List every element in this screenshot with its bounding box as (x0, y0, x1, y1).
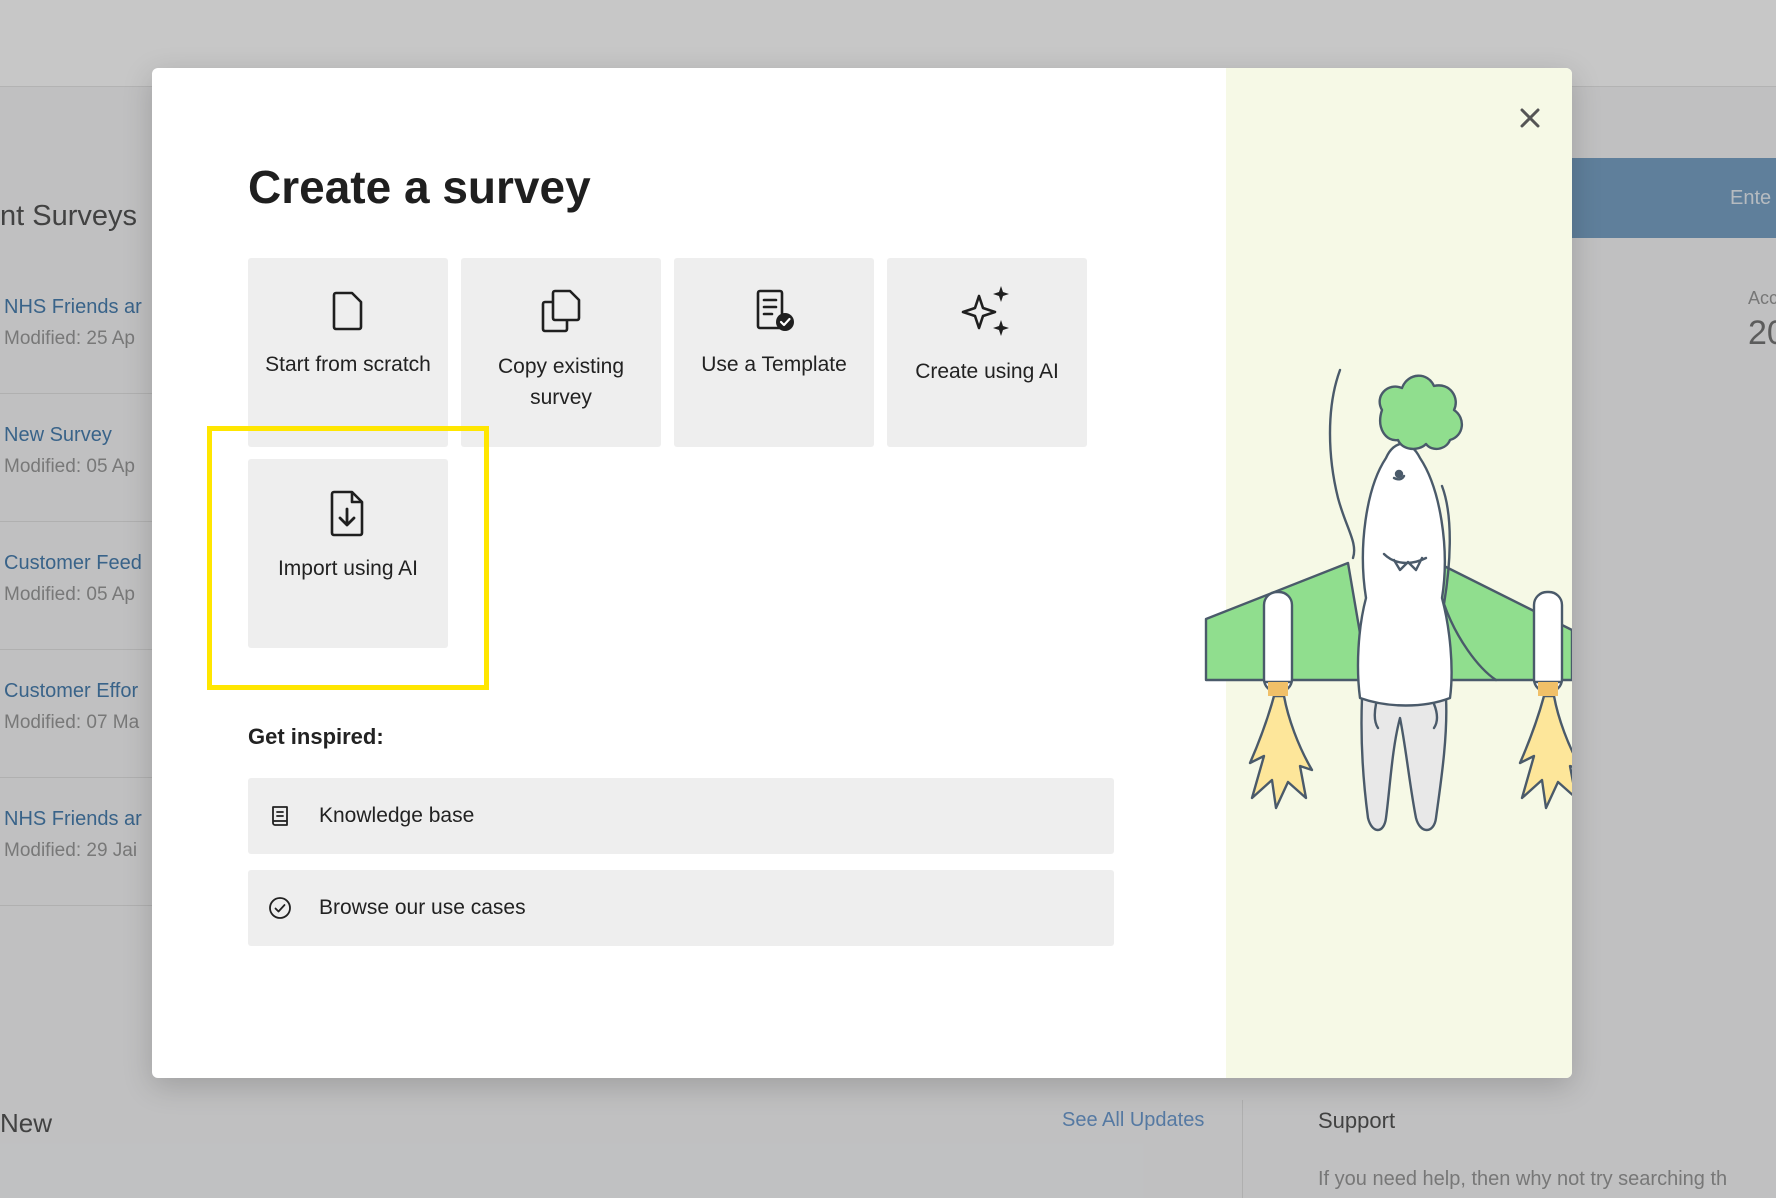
modal-title: Create a survey (248, 161, 591, 213)
link-label: Knowledge base (319, 804, 475, 827)
option-label: Import using AI (277, 557, 419, 580)
book-icon (272, 806, 288, 826)
check-circle-icon (269, 897, 291, 919)
template-document-icon (674, 288, 874, 334)
get-inspired-label: Get inspired: (248, 724, 384, 749)
start-from-scratch-button[interactable]: Start from scratch (248, 258, 448, 447)
close-icon (1520, 108, 1540, 128)
option-label: Use a Template (701, 353, 847, 376)
document-import-icon (248, 489, 448, 539)
browse-use-cases-link[interactable]: Browse our use cases (248, 870, 1114, 946)
create-survey-modal: Create a survey Start from scratch Copy … (152, 68, 1572, 1078)
option-label: Start from scratch (265, 353, 431, 376)
option-label: Copy existing survey (497, 355, 625, 409)
import-using-ai-button[interactable]: Import using AI (248, 459, 448, 648)
blank-document-icon (248, 290, 448, 332)
use-a-template-button[interactable]: Use a Template (674, 258, 874, 447)
copy-icon (461, 288, 661, 334)
copy-existing-survey-button[interactable]: Copy existing survey (461, 258, 661, 447)
option-label: Create using AI (915, 360, 1059, 383)
link-label: Browse our use cases (319, 896, 526, 919)
jetpack-character-illustration (1204, 368, 1572, 832)
create-using-ai-button[interactable]: Create using AI (887, 258, 1087, 447)
close-button[interactable] (1510, 98, 1550, 138)
sparkles-icon (887, 284, 1087, 338)
knowledge-base-link[interactable]: Knowledge base (248, 778, 1114, 854)
